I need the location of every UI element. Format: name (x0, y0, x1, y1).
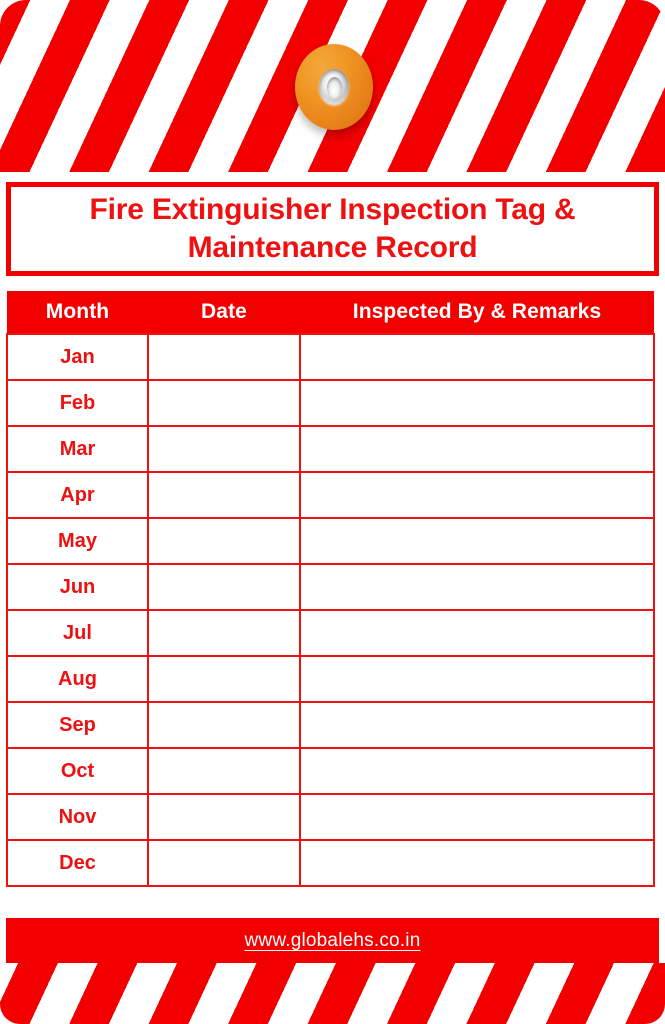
date-field-mar[interactable] (147, 425, 301, 473)
date-field-apr[interactable] (147, 471, 301, 519)
month-label-jul: Jul (6, 609, 149, 657)
website-link[interactable]: www.globalehs.co.in (245, 930, 421, 952)
month-label-nov: Nov (6, 793, 149, 841)
date-field-jun[interactable] (147, 563, 301, 611)
table-row: Sep (6, 701, 655, 749)
date-field-aug[interactable] (147, 655, 301, 703)
date-field-feb[interactable] (147, 379, 301, 427)
date-field-oct[interactable] (147, 747, 301, 795)
table-row: Jan (6, 333, 655, 381)
bottom-hazard-stripe-band (0, 963, 665, 1024)
remarks-field-apr[interactable] (299, 471, 655, 519)
month-label-feb: Feb (6, 379, 149, 427)
remarks-field-jul[interactable] (299, 609, 655, 657)
month-label-jan: Jan (6, 333, 149, 381)
month-label-apr: Apr (6, 471, 149, 519)
remarks-field-mar[interactable] (299, 425, 655, 473)
remarks-field-jan[interactable] (299, 333, 655, 381)
table-row: Nov (6, 793, 655, 841)
table-row: Dec (6, 839, 655, 887)
remarks-field-jun[interactable] (299, 563, 655, 611)
title-box: Fire Extinguisher Inspection Tag & Maint… (6, 182, 659, 276)
grommet-icon (295, 44, 373, 130)
table-body: Jan Feb Mar Apr May Jun Jul Aug Sep Oct … (6, 333, 655, 887)
inspection-record-table: Month Date Inspected By & Remarks Jan Fe… (6, 291, 655, 887)
date-field-jul[interactable] (147, 609, 301, 657)
month-label-dec: Dec (6, 839, 149, 887)
column-header-month: Month (7, 291, 148, 334)
remarks-field-may[interactable] (299, 517, 655, 565)
date-field-sep[interactable] (147, 701, 301, 749)
month-label-jun: Jun (6, 563, 149, 611)
table-row: Feb (6, 379, 655, 427)
page-title: Fire Extinguisher Inspection Tag & Maint… (89, 192, 576, 264)
column-header-date: Date (148, 291, 300, 334)
date-field-dec[interactable] (147, 839, 301, 887)
month-label-oct: Oct (6, 747, 149, 795)
table-row: Apr (6, 471, 655, 519)
footer-band: www.globalehs.co.in (6, 918, 659, 964)
date-field-may[interactable] (147, 517, 301, 565)
table-row: Aug (6, 655, 655, 703)
inspection-tag: Fire Extinguisher Inspection Tag & Maint… (0, 0, 665, 1024)
table-row: Oct (6, 747, 655, 795)
month-label-aug: Aug (6, 655, 149, 703)
grommet-hole-icon (319, 69, 349, 105)
remarks-field-dec[interactable] (299, 839, 655, 887)
table-row: Jul (6, 609, 655, 657)
month-label-mar: Mar (6, 425, 149, 473)
table-row: Jun (6, 563, 655, 611)
table-row: May (6, 517, 655, 565)
remarks-field-oct[interactable] (299, 747, 655, 795)
remarks-field-sep[interactable] (299, 701, 655, 749)
remarks-field-nov[interactable] (299, 793, 655, 841)
month-label-may: May (6, 517, 149, 565)
date-field-jan[interactable] (147, 333, 301, 381)
table-header: Month Date Inspected By & Remarks (7, 291, 654, 334)
remarks-field-aug[interactable] (299, 655, 655, 703)
month-label-sep: Sep (6, 701, 149, 749)
table-header-row: Month Date Inspected By & Remarks (7, 291, 654, 334)
grommet-hole-inner-icon (326, 76, 342, 98)
column-header-remarks: Inspected By & Remarks (300, 291, 654, 334)
date-field-nov[interactable] (147, 793, 301, 841)
table-row: Mar (6, 425, 655, 473)
remarks-field-feb[interactable] (299, 379, 655, 427)
